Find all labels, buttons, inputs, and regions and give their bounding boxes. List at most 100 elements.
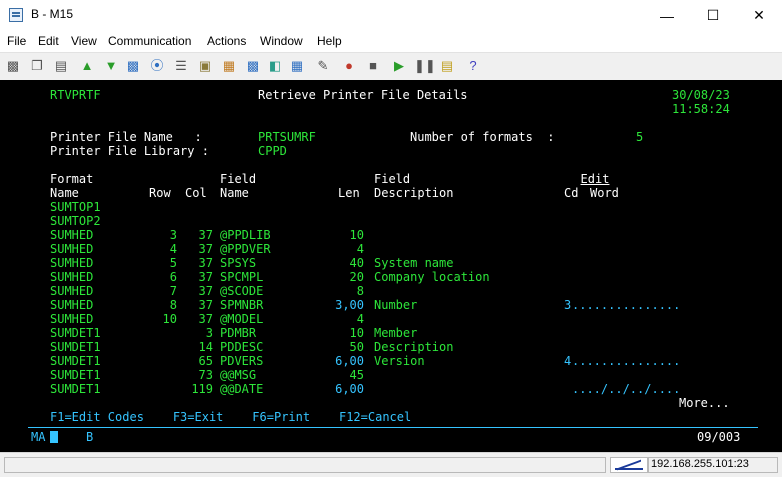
cell-format[interactable]: SUMHED [50,284,93,298]
cell-len: 10 [349,326,364,340]
cell-format[interactable]: SUMHED [50,270,93,284]
display-icon[interactable]: ▩ [124,57,142,75]
connection-icon [610,457,648,473]
help-icon[interactable]: ? [464,57,482,75]
cell-len: 6,00 [335,354,364,368]
title-bar: B - M15 — ☐ ✕ [0,0,782,32]
oia-session: B [86,430,94,444]
close-button[interactable]: ✕ [736,0,782,31]
cell-format[interactable]: SUMTOP2 [50,214,101,228]
send-icon[interactable]: ▲ [78,57,96,75]
menu-window[interactable]: Window [260,34,303,48]
cell-word[interactable]: ............... [572,354,680,368]
cell-cd[interactable]: 3 [564,298,571,312]
cell-format[interactable]: SUMDET1 [50,368,101,382]
cell-format[interactable]: SUMTOP1 [50,200,101,214]
stop-macro-icon[interactable]: ■ [364,57,382,75]
input-cursor [50,431,58,443]
cell-col: 37 [198,284,213,298]
cell-row: 5 [169,256,177,270]
cursor-position: 09/003 [697,430,741,444]
navigator-icon[interactable]: ⦿ [148,57,166,75]
macro-icon[interactable]: ▣ [196,57,214,75]
print-screen-icon[interactable]: ▩ [4,57,22,75]
cell-len: 40 [349,256,364,270]
cell-word[interactable]: ............... [572,298,680,312]
cell-row: 4 [169,242,177,256]
col-header-col: Col [185,186,207,200]
terminal-screen[interactable]: RTVPRTF Retrieve Printer File Details 30… [0,80,782,452]
screen-time: 11:58:24 [672,102,730,116]
menu-file[interactable]: File [7,34,26,48]
cell-format[interactable]: SUMDET1 [50,340,101,354]
app-icon[interactable] [9,8,23,22]
menu-help[interactable]: Help [317,34,342,48]
cell-format[interactable]: SUMDET1 [50,354,101,368]
cell-cd[interactable]: 4 [564,354,571,368]
col-header-word: Word [590,186,619,200]
record-macro-icon[interactable]: ● [340,57,358,75]
cell-format[interactable]: SUMHED [50,256,93,270]
play-macro-icon[interactable]: ▶ [390,57,408,75]
notes-icon[interactable]: ☰ [172,57,190,75]
cell-len: 4 [356,312,364,326]
menu-bar: File Edit View Communication Actions Win… [0,31,782,51]
menu-view[interactable]: View [71,34,97,48]
color-map-icon[interactable]: ▩ [244,57,262,75]
cell-len: 50 [349,340,364,354]
window-title: B - M15 [31,7,74,21]
cell-desc: Version [374,354,425,368]
cell-name: @SCODE [220,284,264,298]
keyboard-map-icon[interactable]: ◧ [266,57,284,75]
file-name-label: Printer File Name : [50,130,202,144]
cell-desc: Member [374,326,418,340]
cell-name: SPCMPL [220,270,264,284]
cell-name: @PPDLIB [220,228,271,242]
grid-icon[interactable]: ▦ [288,57,306,75]
cell-word[interactable]: ..../../../.... [572,382,680,396]
cell-col: 37 [198,312,213,326]
col-header-field: Field [220,172,257,186]
col-header-format: Format [50,172,94,186]
cell-col: 3 [205,326,213,340]
cell-name: SPSYS [220,256,257,270]
cell-format[interactable]: SUMHED [50,312,93,326]
notepad-icon[interactable]: ▤ [438,57,456,75]
cell-format[interactable]: SUMHED [50,228,93,242]
maximize-button[interactable]: ☐ [690,0,736,31]
cell-desc: Number [374,298,418,312]
cell-col: 37 [198,256,213,270]
function-keys: F1=Edit Codes F3=Exit F6=Print F12=Cance… [50,410,412,424]
minimize-button[interactable]: — [644,0,690,31]
pause-macro-icon[interactable]: ❚❚ [414,57,436,75]
cell-row: 8 [169,298,177,312]
cell-name: PDVERS [220,354,264,368]
col-header-desc: Description [374,186,454,200]
cell-format[interactable]: SUMHED [50,298,93,312]
cell-name: @MODEL [220,312,264,326]
menu-edit[interactable]: Edit [38,34,59,48]
menu-communication[interactable]: Communication [108,34,191,48]
cell-desc: Company location [374,270,490,284]
cell-col: 119 [191,382,213,396]
quick-keys-icon[interactable]: ▦ [220,57,238,75]
status-bar: 192.168.255.101:23 [0,452,782,477]
cell-len: 8 [356,284,364,298]
cell-format[interactable]: SUMDET1 [50,382,101,396]
copy-icon[interactable]: ❐ [28,57,46,75]
cell-row: 3 [169,228,177,242]
col-header-edit: Edit [580,172,610,186]
cell-name: @@DATE [220,382,264,396]
edit-icon[interactable]: ✎ [314,57,332,75]
cell-name: @@MSG [220,368,257,382]
menu-actions[interactable]: Actions [207,34,246,48]
cell-col: 37 [198,298,213,312]
cell-col: 73 [198,368,213,382]
paste-icon[interactable]: ▤ [52,57,70,75]
receive-icon[interactable]: ▼ [102,57,120,75]
cell-len: 3,00 [335,298,364,312]
cell-format[interactable]: SUMHED [50,242,93,256]
cell-format[interactable]: SUMDET1 [50,326,101,340]
library-label: Printer File Library : [50,144,209,158]
cell-col: 65 [198,354,213,368]
